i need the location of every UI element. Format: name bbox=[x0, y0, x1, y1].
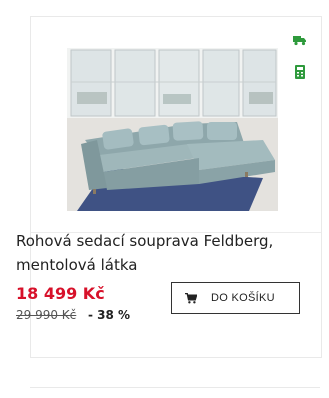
add-to-cart-button[interactable]: DO KOŠÍKU bbox=[171, 282, 300, 314]
truck-icon[interactable] bbox=[293, 33, 307, 47]
product-price: 18 499 Kč bbox=[16, 284, 105, 303]
product-image-area[interactable] bbox=[31, 17, 321, 233]
product-image[interactable] bbox=[67, 48, 278, 211]
product-name[interactable]: Rohová sedací souprava Feldberg, mentolo… bbox=[16, 229, 278, 277]
original-price: 29 990 Kč bbox=[16, 308, 77, 322]
calculator-icon[interactable] bbox=[293, 65, 307, 79]
window-panes bbox=[70, 49, 277, 117]
shopping-cart-icon bbox=[185, 292, 197, 303]
add-to-cart-label: DO KOŠÍKU bbox=[211, 292, 275, 304]
next-product-card[interactable] bbox=[30, 387, 320, 398]
discount-badge: - 38 % bbox=[88, 308, 131, 322]
